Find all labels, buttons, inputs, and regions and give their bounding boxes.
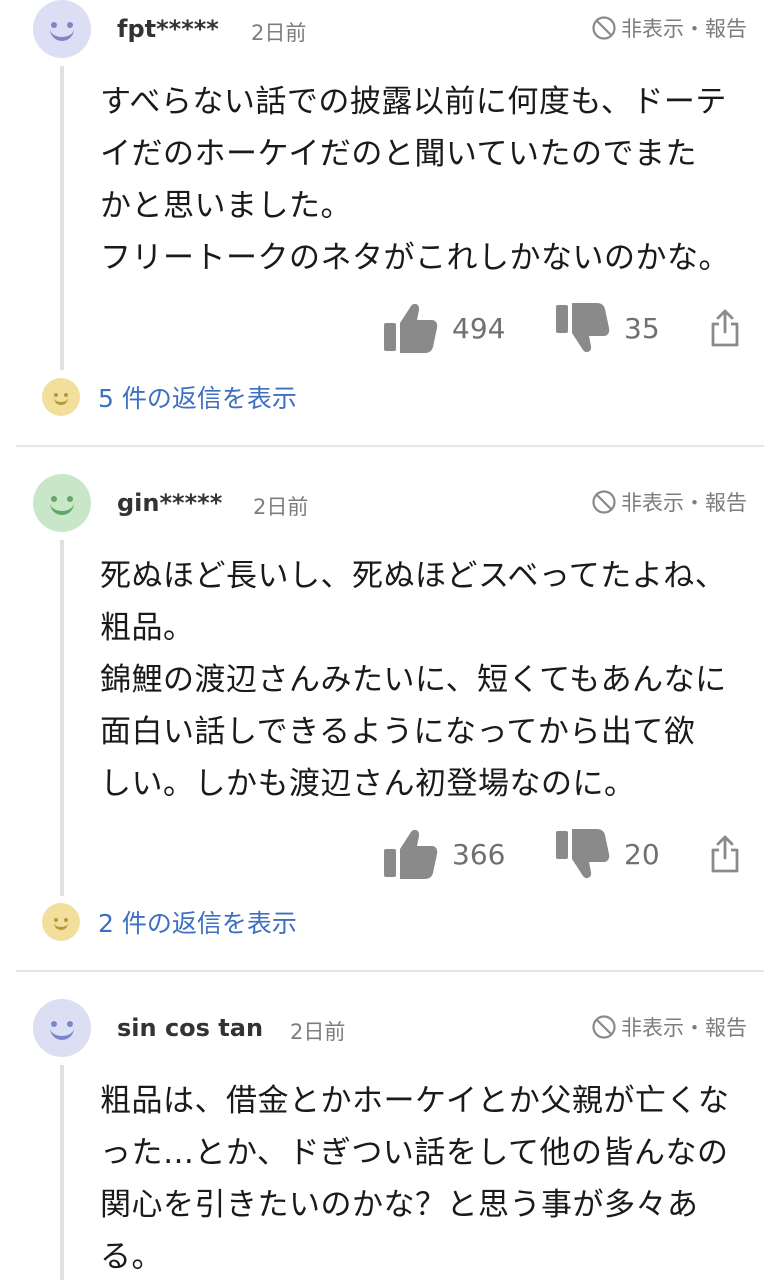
thread-line — [60, 1065, 64, 1280]
comment-actions: 494 35 — [380, 298, 750, 358]
comment-line: った…とか、ドぎつい話をして他の皆んなの — [100, 1135, 729, 1171]
thumbs-down-icon — [556, 303, 610, 353]
comment-line: かと思いました。 — [100, 188, 352, 224]
comment-actions: 366 20 — [380, 824, 750, 884]
username[interactable]: sin cos tan — [117, 1014, 263, 1042]
comment-line: 死ぬほど長いし、死ぬほどスベってたよね、 — [100, 558, 727, 594]
comment-body: 粗品は、借金とかホーケイとか父親が亡くな った…とか、ドぎつい話をして他の皆んな… — [100, 1075, 760, 1283]
ban-icon — [592, 1015, 616, 1039]
comment-line: 面白い話しできるようになってから出て欲 — [100, 714, 696, 750]
timestamp: 2日前 — [290, 1020, 346, 1044]
comment-line: フリートークのネタがこれしかないのかな。 — [100, 240, 730, 276]
hide-report-label: 非表示・報告 — [621, 17, 747, 41]
username[interactable]: gin***** — [117, 489, 222, 517]
comment-line: る。 — [100, 1239, 163, 1275]
dislike-count: 20 — [624, 837, 660, 871]
thumbs-up-icon — [384, 303, 438, 353]
ban-icon — [592, 16, 616, 40]
ban-icon — [592, 490, 616, 514]
share-icon[interactable] — [710, 308, 740, 348]
like-button[interactable]: 494 — [380, 298, 505, 358]
comment-line: 粗品は、借金とかホーケイとか父親が亡くな — [100, 1083, 730, 1119]
comment-line: しい。しかも渡辺さん初登場なのに。 — [100, 766, 636, 802]
comment-line: 錦鯉の渡辺さんみたいに、短くてもあんなに — [100, 662, 727, 698]
dislike-button[interactable]: 20 — [552, 824, 660, 884]
hide-report-label: 非表示・報告 — [621, 1016, 747, 1040]
like-button[interactable]: 366 — [380, 824, 505, 884]
username[interactable]: fpt***** — [117, 15, 219, 43]
comment-line: 関心を引きたいのかな？と思う事が多々あ — [100, 1187, 699, 1223]
dislike-button[interactable]: 35 — [552, 298, 660, 358]
like-count: 494 — [452, 311, 506, 345]
thread-line — [60, 66, 64, 370]
show-replies-button[interactable]: 5 件の返信を表示 — [42, 377, 297, 417]
comment-body: すべらない話での披露以前に何度も、ドーテ イだのホーケイだのと聞いていたのでまた… — [100, 76, 760, 284]
divider — [16, 445, 764, 447]
share-icon[interactable] — [710, 834, 740, 874]
reply-avatar — [42, 903, 80, 941]
reply-avatar — [42, 378, 80, 416]
user-avatar[interactable] — [33, 999, 91, 1057]
hide-report-button[interactable]: 非表示・報告 — [591, 1012, 747, 1042]
thumbs-down-icon — [556, 829, 610, 879]
timestamp: 2日前 — [251, 21, 307, 45]
hide-report-button[interactable]: 非表示・報告 — [591, 13, 747, 43]
thumbs-up-icon — [384, 829, 438, 879]
hide-report-button[interactable]: 非表示・報告 — [591, 487, 747, 517]
dislike-count: 35 — [624, 311, 660, 345]
user-avatar[interactable] — [33, 0, 91, 58]
hide-report-label: 非表示・報告 — [621, 491, 747, 515]
like-count: 366 — [452, 837, 506, 871]
comment-line: すべらない話での披露以前に何度も、ドーテ — [100, 84, 727, 120]
show-replies-button[interactable]: 2 件の返信を表示 — [42, 902, 297, 942]
comment-line: 粗品。 — [100, 610, 195, 646]
show-replies-link[interactable]: 2 件の返信を表示 — [98, 904, 297, 940]
comment-body: 死ぬほど長いし、死ぬほどスベってたよね、 粗品。 錦鯉の渡辺さんみたいに、短くて… — [100, 550, 760, 810]
show-replies-link[interactable]: 5 件の返信を表示 — [98, 379, 297, 415]
user-avatar[interactable] — [33, 474, 91, 532]
thread-line — [60, 540, 64, 896]
comment-line: イだのホーケイだのと聞いていたのでまた — [100, 136, 697, 172]
comments-page: fpt***** 2日前 非表示・報告 すべらない話での披露以前に何度も、ドーテ… — [0, 0, 780, 1280]
divider — [16, 970, 764, 972]
timestamp: 2日前 — [253, 495, 309, 519]
